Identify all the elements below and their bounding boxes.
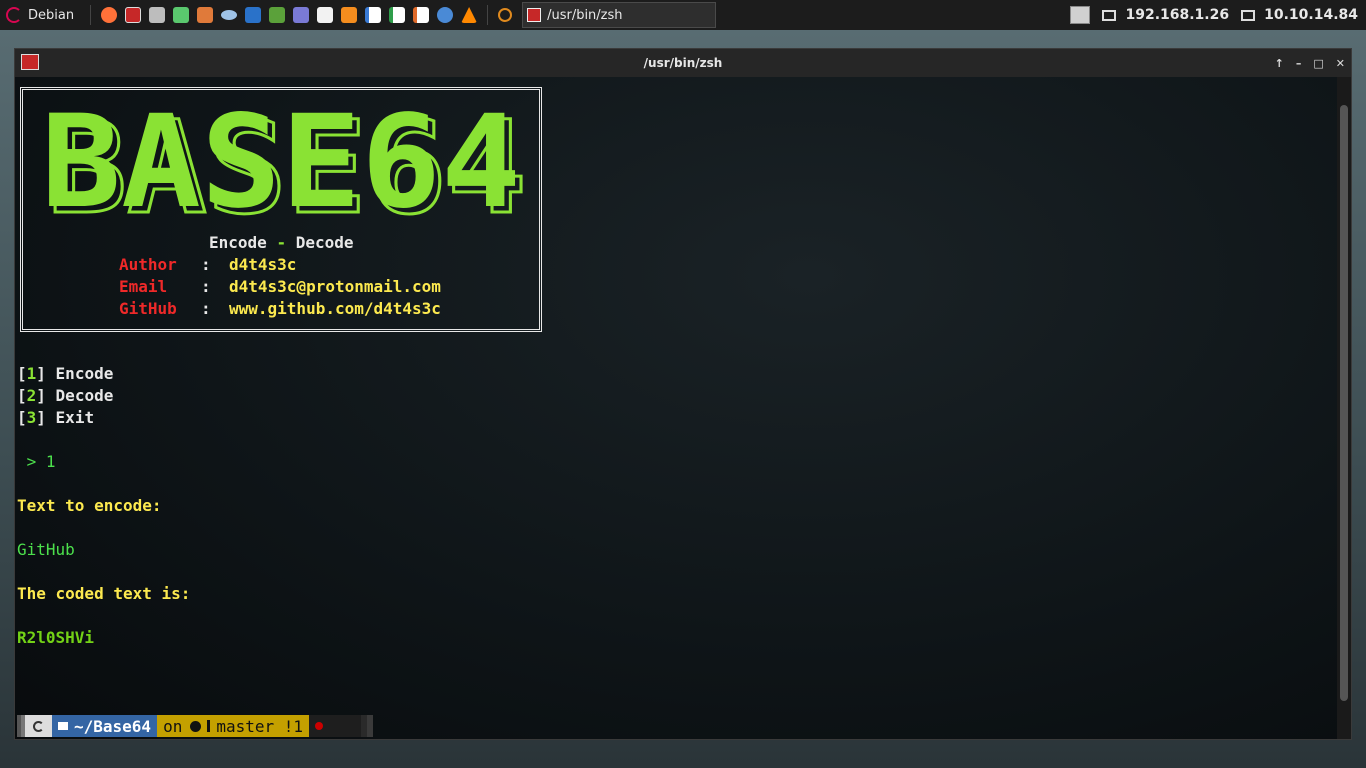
terminal-output[interactable]: BASE64 BASE64 Encode - Decode Author: d4t… bbox=[15, 77, 1337, 739]
subtitle-encode: Encode bbox=[209, 233, 267, 252]
quick-launch bbox=[97, 5, 513, 25]
prompt-dir-segment: ~/Base64 bbox=[52, 715, 158, 737]
option-input-line: > 1 bbox=[17, 452, 56, 471]
vlc-icon[interactable] bbox=[461, 7, 478, 23]
chromium-icon[interactable] bbox=[437, 7, 454, 23]
prompt-dir: ~/Base64 bbox=[74, 716, 152, 736]
encoded-result: R2l0SHVi bbox=[17, 628, 95, 647]
folder-icon bbox=[58, 722, 68, 730]
menu-label: Decode bbox=[55, 386, 114, 405]
debian-logo-icon bbox=[6, 7, 22, 23]
git-branch-icon bbox=[207, 720, 211, 732]
firefox-icon[interactable] bbox=[101, 7, 118, 23]
prompt-os-segment bbox=[25, 715, 52, 737]
menu-number: 3 bbox=[26, 408, 37, 427]
taskbar: Debian /usr/bin/zsh 192.168.1.26 10.10.1… bbox=[0, 0, 1366, 30]
email-row: Email: d4t4s3c@protonmail.com bbox=[119, 276, 441, 298]
github-octocat-icon bbox=[190, 720, 202, 732]
email-label: Email bbox=[119, 277, 168, 296]
subtitle-decode: Decode bbox=[295, 233, 354, 252]
menu-number: 2 bbox=[26, 386, 37, 405]
github-row: GitHub: www.github.com/d4t4s3c bbox=[119, 298, 441, 320]
logo-text: BASE64 bbox=[41, 94, 521, 234]
prompt-branch: master !1 bbox=[216, 716, 304, 736]
shell-prompt-bar: ~/Base64 on master !1 bbox=[17, 715, 374, 737]
maximize-button[interactable]: □ bbox=[1313, 57, 1323, 70]
scrollbar-thumb[interactable] bbox=[1340, 105, 1348, 701]
github-label: GitHub bbox=[119, 299, 177, 318]
archive-icon[interactable] bbox=[197, 7, 214, 23]
terminal-icon[interactable] bbox=[21, 54, 39, 70]
network-icon[interactable] bbox=[173, 7, 190, 23]
author-label: Author bbox=[119, 255, 177, 274]
wireshark-icon[interactable] bbox=[245, 7, 262, 23]
author-row: Author: d4t4s3c bbox=[119, 254, 296, 276]
terminal-icon bbox=[527, 8, 542, 22]
email-colon: : bbox=[201, 277, 211, 296]
status-dot-icon bbox=[315, 722, 324, 730]
presentation-icon[interactable] bbox=[413, 7, 430, 23]
scrollbar[interactable] bbox=[1337, 77, 1351, 739]
taskbar-separator bbox=[90, 5, 92, 25]
banner-box: BASE64 BASE64 Encode - Decode Author: d4t… bbox=[20, 87, 542, 332]
burp-icon[interactable] bbox=[269, 7, 286, 23]
files-icon[interactable] bbox=[149, 7, 166, 23]
keep-above-button[interactable]: ↑ bbox=[1275, 57, 1284, 70]
eye-icon[interactable] bbox=[221, 10, 238, 20]
menu-item-encode: [1] Encode bbox=[17, 364, 114, 383]
task-button-terminal[interactable]: /usr/bin/zsh bbox=[522, 2, 717, 28]
banner-subtitle: Encode - Decode bbox=[209, 232, 354, 254]
debian-swirl-icon bbox=[33, 720, 44, 732]
terminal-icon[interactable] bbox=[125, 7, 142, 23]
result-prompt: The coded text is: bbox=[17, 584, 191, 603]
input-text-line: GitHub bbox=[17, 540, 75, 559]
menu-label: Encode bbox=[55, 364, 114, 383]
sublime-icon[interactable] bbox=[341, 7, 358, 23]
menu-label: Exit bbox=[55, 408, 95, 427]
start-menu-button[interactable]: Debian bbox=[0, 0, 84, 30]
spreadsheet-icon[interactable] bbox=[389, 7, 406, 23]
window-controls: ↑ – □ ✕ bbox=[1275, 49, 1345, 77]
prompt-status-segment bbox=[309, 715, 362, 737]
local-ip-label: 192.168.1.26 bbox=[1125, 7, 1230, 23]
subtitle-dash: - bbox=[276, 233, 287, 252]
document-icon[interactable] bbox=[365, 7, 382, 23]
author-value: d4t4s3c bbox=[229, 255, 297, 274]
prompt-git-segment: on master !1 bbox=[157, 715, 310, 737]
ethernet-icon bbox=[1102, 9, 1117, 21]
minimize-button[interactable]: – bbox=[1296, 57, 1302, 70]
vpn-icon bbox=[1241, 9, 1256, 21]
window-titlebar[interactable]: /usr/bin/zsh ↑ – □ ✕ bbox=[15, 49, 1351, 77]
search-icon[interactable] bbox=[498, 8, 513, 22]
network-monitor-icon[interactable] bbox=[1070, 6, 1091, 24]
menu-number: 1 bbox=[26, 364, 37, 383]
base64-ascii-logo: BASE64 BASE64 bbox=[41, 94, 529, 234]
system-tray: 192.168.1.26 10.10.14.84 bbox=[1070, 0, 1358, 30]
menu-item-decode: [2] Decode bbox=[17, 386, 114, 405]
bug-icon[interactable] bbox=[293, 7, 310, 23]
prompt-vcs-on: on bbox=[163, 716, 183, 736]
terminal-window: /usr/bin/zsh ↑ – □ ✕ BASE64 BASE64 Encod… bbox=[14, 48, 1352, 740]
text-to-encode-prompt: Text to encode: bbox=[17, 496, 162, 515]
window-title: /usr/bin/zsh bbox=[643, 56, 723, 70]
task-button-label: /usr/bin/zsh bbox=[547, 7, 623, 23]
menu-item-exit: [3] Exit bbox=[17, 408, 95, 427]
close-button[interactable]: ✕ bbox=[1336, 57, 1345, 70]
prompt-fade bbox=[367, 715, 374, 737]
editor-icon[interactable] bbox=[317, 7, 334, 23]
author-colon: : bbox=[201, 255, 211, 274]
github-value: www.github.com/d4t4s3c bbox=[229, 299, 441, 318]
taskbar-separator bbox=[487, 5, 489, 25]
vpn-ip-label: 10.10.14.84 bbox=[1264, 7, 1358, 23]
start-menu-label: Debian bbox=[28, 7, 75, 23]
github-colon: : bbox=[201, 299, 211, 318]
email-value: d4t4s3c@protonmail.com bbox=[229, 277, 441, 296]
